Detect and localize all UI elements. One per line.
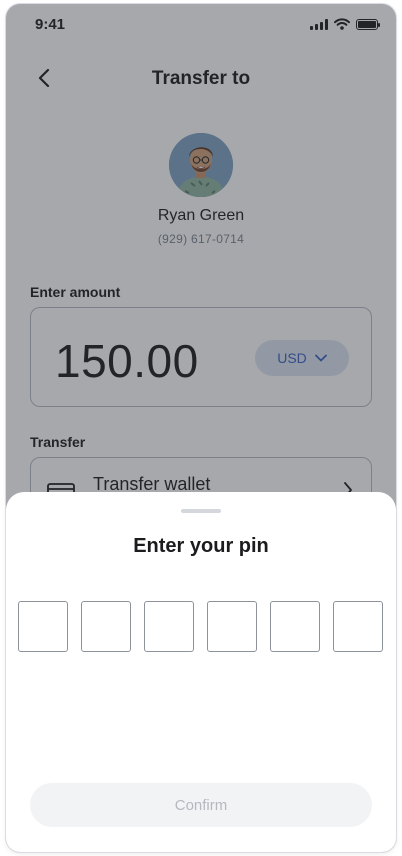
pin-digit-input[interactable] (270, 601, 320, 652)
pin-digit-input[interactable] (207, 601, 257, 652)
pin-input-row (18, 601, 383, 652)
pin-digit-input[interactable] (18, 601, 68, 652)
pin-bottom-sheet: Enter your pin Confirm (6, 492, 396, 852)
sheet-title: Enter your pin (133, 535, 269, 557)
pin-digit-input[interactable] (333, 601, 383, 652)
pin-digit-input[interactable] (81, 601, 131, 652)
confirm-button[interactable]: Confirm (30, 783, 372, 827)
pin-digit-input[interactable] (144, 601, 194, 652)
phone-screen: 9:41 Transfer to Ryan Green (929) 617-07… (6, 4, 396, 852)
sheet-handle[interactable] (181, 509, 221, 513)
